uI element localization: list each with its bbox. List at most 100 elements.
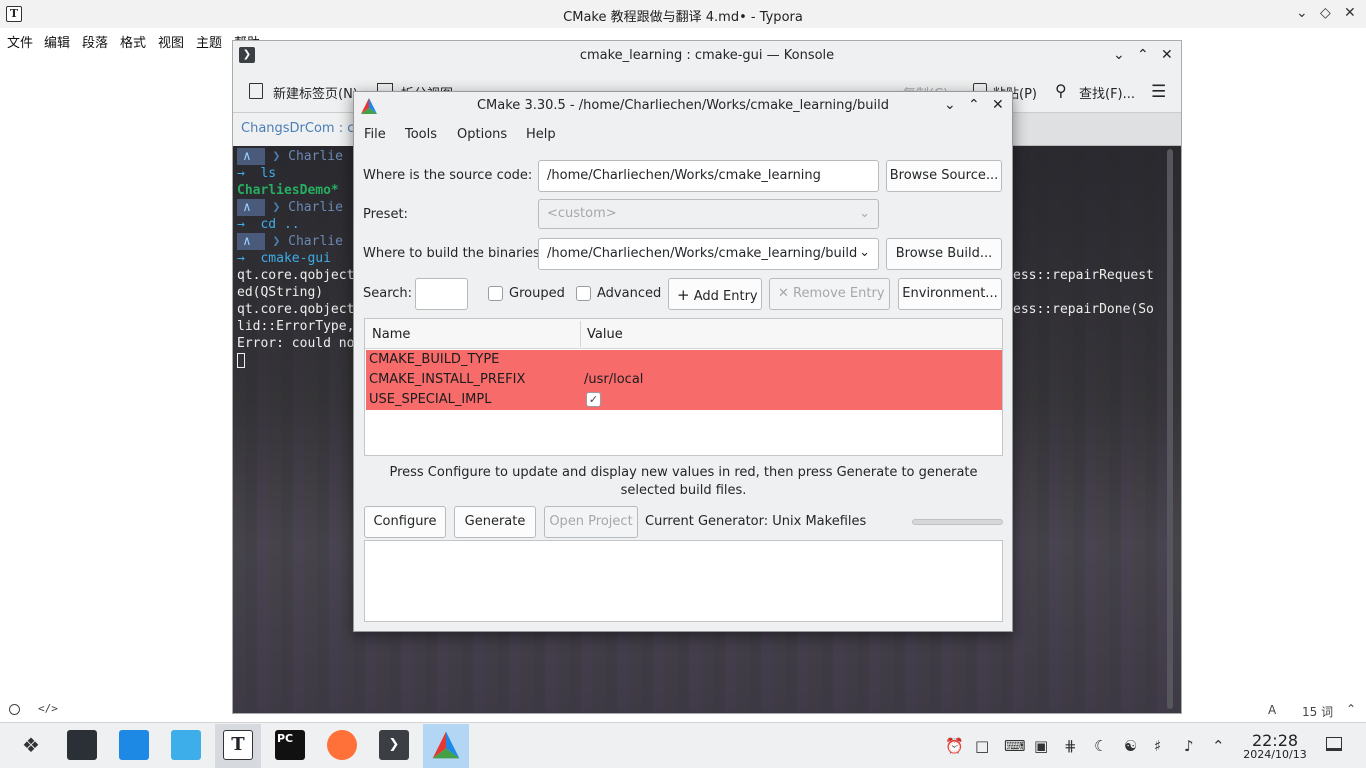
konsole-close-icon[interactable]: ✕ xyxy=(1161,47,1173,63)
firefox-icon[interactable] xyxy=(327,730,357,760)
advanced-checkbox[interactable] xyxy=(576,286,591,301)
terminal-scrollbar[interactable] xyxy=(1167,149,1173,709)
grouped-checkbox[interactable] xyxy=(488,286,503,301)
header-divider xyxy=(580,321,581,347)
prompt-line: ∧ ❯ Charlie xyxy=(237,199,343,216)
keyboard-icon[interactable]: ⌨ xyxy=(1004,737,1026,755)
menu-help[interactable]: Help xyxy=(526,127,556,142)
bluetooth-icon[interactable]: ⋕ xyxy=(1064,737,1077,755)
table-header xyxy=(365,319,1002,349)
browse-build-button[interactable]: Browse Build... xyxy=(886,238,1002,270)
search-label: Search: xyxy=(363,286,413,301)
wifi-icon[interactable]: ☯ xyxy=(1124,737,1137,755)
hamburger-menu-icon[interactable]: ☰ xyxy=(1151,82,1166,102)
terminal-cmd-cmake-gui: → cmake-gui xyxy=(237,251,331,266)
menu-file[interactable]: File xyxy=(364,127,386,142)
remove-entry-label: Remove Entry xyxy=(793,286,885,301)
table-row[interactable]: CMAKE_INSTALL_PREFIX /usr/local xyxy=(366,370,1002,390)
clock-date[interactable]: 2024/10/13 xyxy=(1240,748,1310,761)
typora-menu-edit[interactable]: 编辑 xyxy=(44,32,70,51)
clipboard-icon[interactable]: □ xyxy=(975,737,989,755)
maximize-icon[interactable]: ◇ xyxy=(1320,5,1331,21)
build-dir-value: /home/Charliechen/Works/cmake_learning/b… xyxy=(547,246,858,261)
typora-task-icon[interactable]: T xyxy=(223,730,253,760)
add-entry-label: Add Entry xyxy=(693,289,758,304)
current-generator-label: Current Generator: Unix Makefiles xyxy=(645,514,867,529)
application-launcher-icon[interactable]: ❖ xyxy=(22,733,40,757)
spellcheck-icon[interactable]: A xyxy=(1268,703,1276,717)
entry-value: /usr/local xyxy=(584,372,644,387)
typora-menu-format[interactable]: 格式 xyxy=(120,32,146,51)
add-entry-button[interactable]: + Add Entry xyxy=(668,278,762,310)
grouped-label: Grouped xyxy=(509,286,565,301)
cmake-minimize-icon[interactable]: ⌄ xyxy=(944,97,956,113)
terminal-cmd-ls: → ls xyxy=(237,166,277,181)
build-dir-combobox[interactable]: /home/Charliechen/Works/cmake_learning/b… xyxy=(538,238,879,270)
konsole-minimize-icon[interactable]: ⌄ xyxy=(1113,47,1125,63)
table-row[interactable]: CMAKE_BUILD_TYPE xyxy=(366,350,1002,370)
header-value[interactable]: Value xyxy=(587,327,623,342)
table-row[interactable]: USE_SPECIAL_IMPL ✓ xyxy=(366,390,1002,410)
battery-icon[interactable]: ▣ xyxy=(1034,737,1048,755)
find-button[interactable]: 查找(F)... xyxy=(1079,83,1135,102)
show-desktop-icon[interactable] xyxy=(1326,737,1342,751)
use-special-impl-checkbox[interactable]: ✓ xyxy=(586,392,601,407)
progress-bar xyxy=(912,519,1003,525)
terminal-output-line: qt.core.qobject xyxy=(237,302,355,317)
menu-tools[interactable]: Tools xyxy=(405,127,437,142)
search-input[interactable] xyxy=(415,278,468,310)
terminal-output-line: Error: could no xyxy=(237,336,355,351)
typora-menu-file[interactable]: 文件 xyxy=(7,32,33,51)
volume-icon[interactable]: ♯ xyxy=(1154,737,1161,755)
cmake-close-icon[interactable]: ✕ xyxy=(992,97,1004,113)
system-settings-icon[interactable] xyxy=(67,730,97,760)
typora-menu-theme[interactable]: 主题 xyxy=(196,32,222,51)
terminal-cursor xyxy=(237,353,245,368)
x-icon: ✕ xyxy=(778,286,789,301)
konsole-tab[interactable]: ChangsDrCom : cy xyxy=(233,113,353,146)
menu-options[interactable]: Options xyxy=(457,127,507,142)
generate-button[interactable]: Generate xyxy=(454,506,536,538)
terminal-output-line: qt.core.qobject xyxy=(237,268,355,283)
source-code-input[interactable]: /home/Charliechen/Works/cmake_learning xyxy=(538,160,879,192)
minimize-icon[interactable]: ⌄ xyxy=(1296,5,1308,21)
cmake-maximize-icon[interactable]: ⌃ xyxy=(968,97,980,113)
typora-menu-view[interactable]: 视图 xyxy=(158,32,184,51)
remove-entry-button[interactable]: ✕ Remove Entry xyxy=(769,278,890,310)
prompt-line: ∧ ❯ Charlie xyxy=(237,148,343,165)
terminal-output-line: ess::repairRequest xyxy=(1013,268,1154,283)
configure-button[interactable]: Configure xyxy=(364,506,446,538)
cache-entries-table[interactable]: Name Value CMAKE_BUILD_TYPE CMAKE_INSTAL… xyxy=(364,318,1003,456)
build-dir-label: Where to build the binaries: xyxy=(363,246,545,261)
cmake-task-icon[interactable] xyxy=(431,730,461,760)
show-hidden-icons-chevron[interactable]: ⌃ xyxy=(1212,737,1225,755)
typora-menu-paragraph[interactable]: 段落 xyxy=(82,32,108,51)
word-count[interactable]: 15 词 xyxy=(1302,703,1333,720)
terminal-output-line: lid::ErrorType, xyxy=(237,319,355,334)
cmake-window-title: CMake 3.30.5 - /home/Charliechen/Works/c… xyxy=(476,98,890,113)
preset-label: Preset: xyxy=(363,207,408,222)
header-name[interactable]: Name xyxy=(372,327,410,342)
browse-source-button[interactable]: Browse Source... xyxy=(886,160,1002,192)
chevron-up-icon[interactable]: ⌃ xyxy=(1346,702,1356,716)
typora-window-title: CMake 教程跟做与翻译 4.md• - Typora xyxy=(563,10,803,25)
open-project-button[interactable]: Open Project xyxy=(544,506,638,538)
discover-store-icon[interactable] xyxy=(119,730,149,760)
source-code-mode-icon[interactable]: </> xyxy=(38,702,58,715)
new-tab-button[interactable]: 新建标签页(N) xyxy=(273,83,358,102)
terminal-cmd-cd: → cd .. xyxy=(237,217,300,232)
microphone-icon[interactable]: ♪ xyxy=(1184,737,1194,755)
file-manager-icon[interactable] xyxy=(171,730,201,760)
environment-button[interactable]: Environment... xyxy=(898,278,1002,310)
konsole-maximize-icon[interactable]: ⌃ xyxy=(1137,47,1149,63)
pycharm-icon[interactable]: PC xyxy=(275,730,305,760)
plus-icon: + xyxy=(677,286,690,304)
configure-hint: Press Configure to update and display ne… xyxy=(389,465,978,498)
output-log[interactable] xyxy=(364,540,1003,622)
terminal-output-line: ess::repairDone(So xyxy=(1013,302,1154,317)
night-color-icon[interactable]: ☾ xyxy=(1094,737,1107,755)
konsole-task-icon[interactable]: ❯ xyxy=(379,730,409,760)
close-icon[interactable]: ✕ xyxy=(1344,5,1356,21)
notifications-icon[interactable]: ⏰ xyxy=(945,737,964,755)
sidebar-toggle-icon[interactable] xyxy=(9,704,20,715)
